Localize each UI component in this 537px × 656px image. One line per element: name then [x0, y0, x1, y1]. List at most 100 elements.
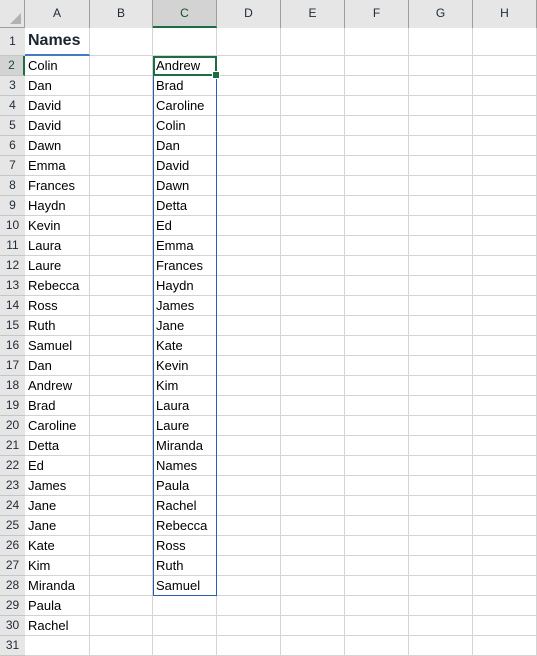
cell-A2[interactable]: Colin [25, 56, 90, 76]
cell-A3[interactable]: Dan [25, 76, 90, 96]
cell-C27[interactable]: Ruth [153, 556, 217, 576]
cell-G16[interactable] [409, 336, 473, 356]
cell-G22[interactable] [409, 456, 473, 476]
cell-H10[interactable] [473, 216, 537, 236]
cell-F27[interactable] [345, 556, 409, 576]
row-header-3[interactable]: 3 [0, 76, 25, 96]
cell-A7[interactable]: Emma [25, 156, 90, 176]
cell-G17[interactable] [409, 356, 473, 376]
cell-E20[interactable] [281, 416, 345, 436]
cell-H21[interactable] [473, 436, 537, 456]
cell-A27[interactable]: Kim [25, 556, 90, 576]
cell-H15[interactable] [473, 316, 537, 336]
cell-D18[interactable] [217, 376, 281, 396]
row-header-19[interactable]: 19 [0, 396, 25, 416]
cell-E8[interactable] [281, 176, 345, 196]
cell-E1[interactable] [281, 28, 345, 56]
row-header-15[interactable]: 15 [0, 316, 25, 336]
row-header-25[interactable]: 25 [0, 516, 25, 536]
cell-G18[interactable] [409, 376, 473, 396]
cell-E29[interactable] [281, 596, 345, 616]
cell-E13[interactable] [281, 276, 345, 296]
cell-H6[interactable] [473, 136, 537, 156]
cell-F28[interactable] [345, 576, 409, 596]
cell-C20[interactable]: Laure [153, 416, 217, 436]
cell-D14[interactable] [217, 296, 281, 316]
cell-B1[interactable] [90, 28, 153, 56]
cell-E10[interactable] [281, 216, 345, 236]
cell-A13[interactable]: Rebecca [25, 276, 90, 296]
cell-B2[interactable] [90, 56, 153, 76]
cell-C16[interactable]: Kate [153, 336, 217, 356]
cell-F1[interactable] [345, 28, 409, 56]
cell-H25[interactable] [473, 516, 537, 536]
fill-handle[interactable] [212, 71, 220, 79]
cell-B10[interactable] [90, 216, 153, 236]
cell-D29[interactable] [217, 596, 281, 616]
cell-C28[interactable]: Samuel [153, 576, 217, 596]
cell-A24[interactable]: Jane [25, 496, 90, 516]
cell-H9[interactable] [473, 196, 537, 216]
cell-G23[interactable] [409, 476, 473, 496]
cell-G10[interactable] [409, 216, 473, 236]
cell-B31[interactable] [90, 636, 153, 656]
cell-A15[interactable]: Ruth [25, 316, 90, 336]
cell-A21[interactable]: Detta [25, 436, 90, 456]
cell-E16[interactable] [281, 336, 345, 356]
cell-C25[interactable]: Rebecca [153, 516, 217, 536]
cell-B12[interactable] [90, 256, 153, 276]
cell-C7[interactable]: David [153, 156, 217, 176]
cell-G7[interactable] [409, 156, 473, 176]
cell-A14[interactable]: Ross [25, 296, 90, 316]
cell-E9[interactable] [281, 196, 345, 216]
cell-F9[interactable] [345, 196, 409, 216]
cell-D20[interactable] [217, 416, 281, 436]
cell-D5[interactable] [217, 116, 281, 136]
cell-F21[interactable] [345, 436, 409, 456]
cell-A8[interactable]: Frances [25, 176, 90, 196]
cell-C30[interactable] [153, 616, 217, 636]
cell-H11[interactable] [473, 236, 537, 256]
cell-E18[interactable] [281, 376, 345, 396]
cell-A4[interactable]: David [25, 96, 90, 116]
cell-D13[interactable] [217, 276, 281, 296]
cell-E3[interactable] [281, 76, 345, 96]
cell-F6[interactable] [345, 136, 409, 156]
column-header-e[interactable]: E [281, 0, 345, 28]
column-header-a[interactable]: A [25, 0, 90, 28]
cell-D2[interactable] [217, 56, 281, 76]
cell-B23[interactable] [90, 476, 153, 496]
cell-D12[interactable] [217, 256, 281, 276]
cell-F22[interactable] [345, 456, 409, 476]
cell-F31[interactable] [345, 636, 409, 656]
cell-D19[interactable] [217, 396, 281, 416]
cell-F2[interactable] [345, 56, 409, 76]
row-header-28[interactable]: 28 [0, 576, 25, 596]
cell-F23[interactable] [345, 476, 409, 496]
cell-B20[interactable] [90, 416, 153, 436]
cell-D27[interactable] [217, 556, 281, 576]
cell-G3[interactable] [409, 76, 473, 96]
cell-A17[interactable]: Dan [25, 356, 90, 376]
cell-A30[interactable]: Rachel [25, 616, 90, 636]
cell-B21[interactable] [90, 436, 153, 456]
cell-E11[interactable] [281, 236, 345, 256]
cell-H30[interactable] [473, 616, 537, 636]
row-header-26[interactable]: 26 [0, 536, 25, 556]
cell-F13[interactable] [345, 276, 409, 296]
cell-G26[interactable] [409, 536, 473, 556]
cell-D9[interactable] [217, 196, 281, 216]
cell-C3[interactable]: Brad [153, 76, 217, 96]
cell-H8[interactable] [473, 176, 537, 196]
cell-G9[interactable] [409, 196, 473, 216]
cell-C9[interactable]: Detta [153, 196, 217, 216]
cell-A10[interactable]: Kevin [25, 216, 90, 236]
cell-A20[interactable]: Caroline [25, 416, 90, 436]
cell-A12[interactable]: Laure [25, 256, 90, 276]
cell-D21[interactable] [217, 436, 281, 456]
cell-F7[interactable] [345, 156, 409, 176]
row-header-31[interactable]: 31 [0, 636, 25, 656]
cell-B6[interactable] [90, 136, 153, 156]
cell-D3[interactable] [217, 76, 281, 96]
cell-F3[interactable] [345, 76, 409, 96]
